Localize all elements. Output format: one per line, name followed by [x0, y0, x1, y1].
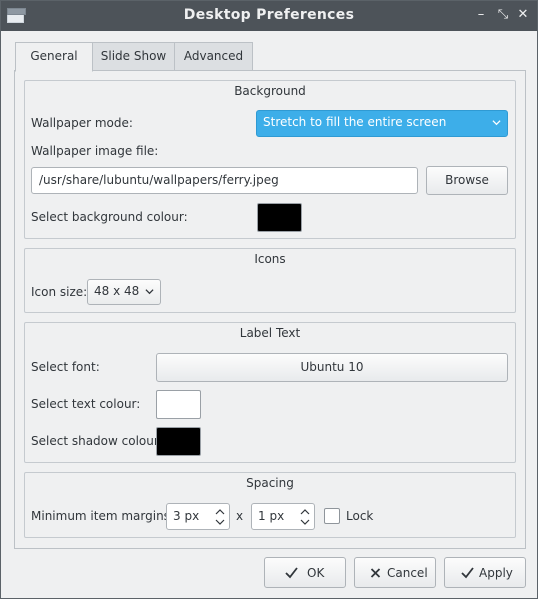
margin-x-value: 3 px	[173, 509, 200, 523]
ok-button[interactable]: OK	[264, 557, 346, 588]
shadow-colour-swatch[interactable]	[156, 427, 201, 456]
lock-checkbox[interactable]	[324, 508, 340, 524]
wallpaper-image-file-label: Wallpaper image file:	[31, 144, 159, 158]
tab-slide-show[interactable]: Slide Show	[92, 42, 175, 71]
select-font-button[interactable]: Ubuntu 10	[156, 353, 508, 382]
close-icon	[370, 568, 381, 578]
chevron-down-icon	[145, 289, 154, 295]
tab-general[interactable]: General	[15, 42, 93, 72]
text-colour-swatch[interactable]	[156, 390, 201, 419]
minimize-icon[interactable]: –	[473, 6, 489, 24]
desktop-preferences-window: Desktop Preferences – ⤡ ✕ General Slide …	[0, 0, 538, 599]
margin-x-spinbox[interactable]: 3 px	[166, 503, 230, 530]
minimum-item-margins-label: Minimum item margins:	[31, 509, 174, 523]
wallpaper-image-file-input[interactable]: /usr/share/lubuntu/wallpapers/ferry.jpeg	[31, 167, 418, 194]
tab-advanced[interactable]: Advanced	[174, 42, 253, 71]
wallpaper-mode-value: Stretch to fill the entire screen	[263, 115, 447, 129]
spacing-group-title: Spacing	[246, 476, 294, 490]
icon-size-select[interactable]: 48 x 48	[87, 279, 161, 305]
icon-size-value: 48 x 48	[94, 284, 140, 298]
background-colour-label: Select background colour:	[31, 210, 188, 224]
close-icon[interactable]: ✕	[515, 6, 531, 24]
wallpaper-mode-label: Wallpaper mode:	[31, 116, 133, 130]
ok-button-label: OK	[307, 566, 325, 580]
margin-y-value: 1 px	[258, 509, 285, 523]
margin-separator: x	[236, 509, 244, 523]
select-font-label: Select font:	[31, 360, 100, 374]
checkmark-icon	[285, 567, 298, 579]
background-group-title: Background	[234, 84, 306, 98]
apply-button-label: Apply	[479, 566, 513, 580]
shadow-colour-label: Select shadow colour:	[31, 434, 163, 448]
icons-group-title: Icons	[254, 252, 286, 266]
maximize-icon[interactable]: ⤡	[495, 6, 511, 24]
label-text-group-title: Label Text	[239, 326, 301, 340]
checkmark-icon	[461, 567, 474, 579]
apply-button[interactable]: Apply	[444, 557, 526, 588]
browse-button[interactable]: Browse	[426, 166, 508, 195]
background-colour-swatch[interactable]	[257, 203, 302, 232]
spin-arrows-icon[interactable]	[214, 507, 226, 527]
margin-y-spinbox[interactable]: 1 px	[251, 503, 315, 530]
wallpaper-mode-select[interactable]: Stretch to fill the entire screen	[256, 110, 508, 137]
cancel-button-label: Cancel	[387, 566, 428, 580]
icon-size-label: Icon size:	[31, 285, 88, 299]
text-colour-label: Select text colour:	[31, 397, 141, 411]
cancel-button[interactable]: Cancel	[354, 557, 436, 588]
chevron-down-icon	[492, 120, 501, 126]
window-title: Desktop Preferences	[183, 7, 355, 23]
spin-arrows-icon[interactable]	[299, 507, 311, 527]
lock-label: Lock	[346, 509, 374, 523]
title-bar[interactable]: Desktop Preferences – ⤡ ✕	[1, 1, 537, 31]
